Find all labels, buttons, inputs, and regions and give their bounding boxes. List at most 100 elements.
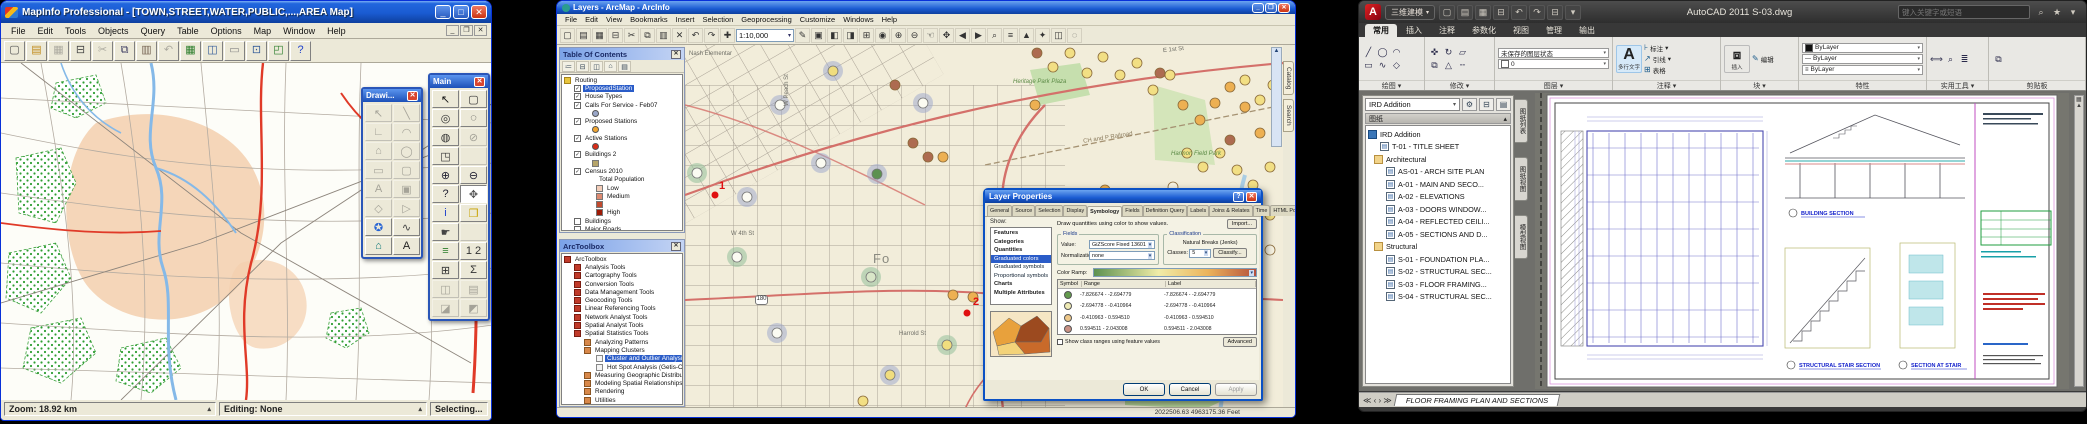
toc-layer-row[interactable]: Medium <box>562 192 682 200</box>
annotation-panel-label[interactable]: 注释 ▾ <box>1613 80 1720 90</box>
maximize-button[interactable]: □ <box>453 5 469 19</box>
apply-button[interactable]: Apply <box>1215 383 1257 396</box>
docked-tab[interactable]: Catalog <box>1283 61 1294 95</box>
help-button[interactable]: ? <box>1233 192 1244 202</box>
toolbar-button[interactable]: ◰ <box>268 41 289 61</box>
toolbar-button[interactable]: ☜ <box>923 28 938 43</box>
ribbon-tab[interactable]: 注释 <box>1431 24 1463 37</box>
toc-tool-button[interactable]: ⊟ <box>576 61 589 72</box>
menu-item[interactable]: Table <box>171 25 205 37</box>
block-panel-label[interactable]: 块 ▾ <box>1721 80 1798 90</box>
main-tool-button[interactable]: ◫ <box>432 280 459 298</box>
qat-button[interactable]: ▢ <box>1439 5 1455 20</box>
main-tool-button[interactable] <box>460 147 487 165</box>
close-icon[interactable]: ✕ <box>407 91 418 101</box>
sheet-row[interactable]: Structural <box>1366 241 1510 254</box>
toolbox-row[interactable]: Spatial Statistics Tools <box>562 330 682 338</box>
draw-tool-icon[interactable]: ∿ <box>1376 59 1389 71</box>
toolbar-button[interactable]: ✂ <box>92 41 113 61</box>
window-buttons[interactable]: _ ❐ ✕ <box>1252 3 1290 13</box>
palette-tab[interactable]: 图纸视图 <box>1515 157 1528 201</box>
ribbon-tab[interactable]: 管理 <box>1538 24 1570 37</box>
main-tool-button[interactable]: ◎ <box>432 109 459 127</box>
main-tool-button[interactable]: ❒ <box>460 204 487 222</box>
menu-item[interactable]: Geoprocessing <box>737 15 795 24</box>
menu-item[interactable]: Customize <box>796 15 839 24</box>
utility-tool-icon[interactable]: ⌕ <box>1944 53 1957 65</box>
classes-combo[interactable]: 5 <box>1189 249 1211 258</box>
toolbox-row[interactable]: Cartography Tools <box>562 272 682 280</box>
toc-layer-row[interactable]: Buildings 2 <box>562 151 682 159</box>
scale-combo[interactable]: 1:10,000 <box>736 29 794 42</box>
toc-layer-row[interactable]: House Types <box>562 93 682 101</box>
main-tool-button[interactable]: ? <box>432 185 459 203</box>
main-tool-button[interactable]: ☛ <box>432 223 459 241</box>
menu-item[interactable]: File <box>5 25 32 37</box>
collapse-icon[interactable]: ▴ <box>1503 115 1507 123</box>
main-toolbar[interactable]: Main ✕ ↖▢◎◌◍⊘◳⊕⊖?✥i❒☛≡1 2⊞Σ◫▤◪◩ <box>428 73 490 321</box>
dialog-tab[interactable]: Labels <box>1187 205 1209 216</box>
sheet-row[interactable]: A-02 - ELEVATIONS <box>1366 191 1510 204</box>
draw-tool-icon[interactable]: ╱ <box>1362 46 1375 58</box>
toolbar-button[interactable]: ✎ <box>795 28 810 43</box>
mapinfo-titlebar[interactable]: MapInfo Professional - [TOWN,STREET,WATE… <box>1 1 491 23</box>
menu-item[interactable]: Objects <box>92 25 135 37</box>
feature-values-checkbox[interactable] <box>1057 339 1063 345</box>
toolbar-button[interactable]: ⧉ <box>114 41 135 61</box>
main-tool-button[interactable]: ▢ <box>460 90 487 108</box>
ssm-tool-button[interactable]: ⚙ <box>1462 98 1477 111</box>
toc-layer-row[interactable] <box>562 142 682 150</box>
toolbar-button[interactable]: ⊕ <box>891 28 906 43</box>
cancel-button[interactable]: Cancel <box>1169 383 1211 396</box>
draw-panel-label[interactable]: 绘图 ▾ <box>1359 80 1424 90</box>
infocenter-button[interactable]: ⌕ <box>2034 5 2048 19</box>
dialog-tab[interactable]: Time <box>1253 205 1271 216</box>
toolbar-button[interactable]: ↶ <box>158 41 179 61</box>
toc-tool-button[interactable]: ▤ <box>618 61 631 72</box>
menu-item[interactable]: Insert <box>672 15 699 24</box>
sheet-row[interactable]: S-04 - STRUCTURAL SEC... <box>1366 291 1510 304</box>
class-row[interactable]: -7.826674 - -2.694779 -7.826674 - -2.694… <box>1058 289 1256 301</box>
toolbar-button[interactable]: ▣ <box>811 28 826 43</box>
toolbar-button[interactable]: ◫ <box>1051 28 1066 43</box>
toc-tool-button[interactable]: ≔ <box>562 61 575 72</box>
main-tool-button[interactable]: ◳ <box>432 147 459 165</box>
menu-item[interactable]: Windows <box>839 15 877 24</box>
drawing-tool-button[interactable]: A <box>393 237 420 255</box>
menu-item[interactable]: Help <box>321 25 352 37</box>
qat-button[interactable]: ⊟ <box>1493 5 1509 20</box>
drawing-tool-button[interactable]: ✪ <box>365 218 392 236</box>
menu-item[interactable]: Options <box>205 25 248 37</box>
show-item[interactable]: Graduated symbols <box>991 263 1051 272</box>
main-toolbar-titlebar[interactable]: Main ✕ <box>430 75 488 88</box>
toc-titlebar[interactable]: Table Of Contents✕ <box>560 48 684 60</box>
menu-item[interactable]: File <box>561 15 581 24</box>
selecting-status[interactable]: Selecting... <box>430 402 488 416</box>
toc-layer-row[interactable]: ProposedStation <box>562 84 682 92</box>
zoom-status[interactable]: Zoom: 18.92 km▴ <box>4 402 216 416</box>
toolbox-row[interactable]: Conversion Tools <box>562 280 682 288</box>
drawing-toolbar[interactable]: Drawi... ✕ ↖╲∟◠⌂◯▭▢A▣◇▷✪∿⌂A <box>361 87 423 259</box>
main-tool-button[interactable]: 1 2 <box>460 242 487 260</box>
toc-layer-row[interactable]: Total Population <box>562 176 682 184</box>
show-item[interactable]: Proportional symbols <box>991 272 1051 281</box>
dialog-tab[interactable]: Symbology <box>1087 206 1122 217</box>
menu-item[interactable]: Edit <box>581 15 602 24</box>
toolbar-button[interactable]: ▤ <box>576 28 591 43</box>
toolbar-button[interactable]: ▭ <box>224 41 245 61</box>
modify-tool-icon[interactable]: ↻ <box>1442 46 1455 58</box>
toolbar-button[interactable]: ▦ <box>48 41 69 61</box>
lineweight-combo[interactable]: ≡ByLayer <box>1802 65 1923 75</box>
sheet-row[interactable]: S-01 - FOUNDATION PLA... <box>1366 253 1510 266</box>
sheet-row[interactable]: Architectural <box>1366 153 1510 166</box>
utilities-panel-label[interactable]: 实用工具 ▾ <box>1927 80 1988 90</box>
layers-panel-label[interactable]: 图层 ▾ <box>1495 80 1612 90</box>
menu-item[interactable]: Map <box>248 25 278 37</box>
classify-button[interactable]: Classify... <box>1213 248 1246 258</box>
dialog-tab[interactable]: HTML Popup <box>1270 205 1296 216</box>
drawing-scrollbar[interactable]: ▦▲ <box>2074 95 2084 387</box>
toolbox-row[interactable]: Analyzing Patterns <box>562 338 682 346</box>
class-row[interactable]: 0.594511 - 2.043008 0.594511 - 2.043008 <box>1058 324 1256 336</box>
toolbar-button[interactable]: ⊞ <box>859 28 874 43</box>
toolbar-button[interactable]: ↷ <box>704 28 719 43</box>
